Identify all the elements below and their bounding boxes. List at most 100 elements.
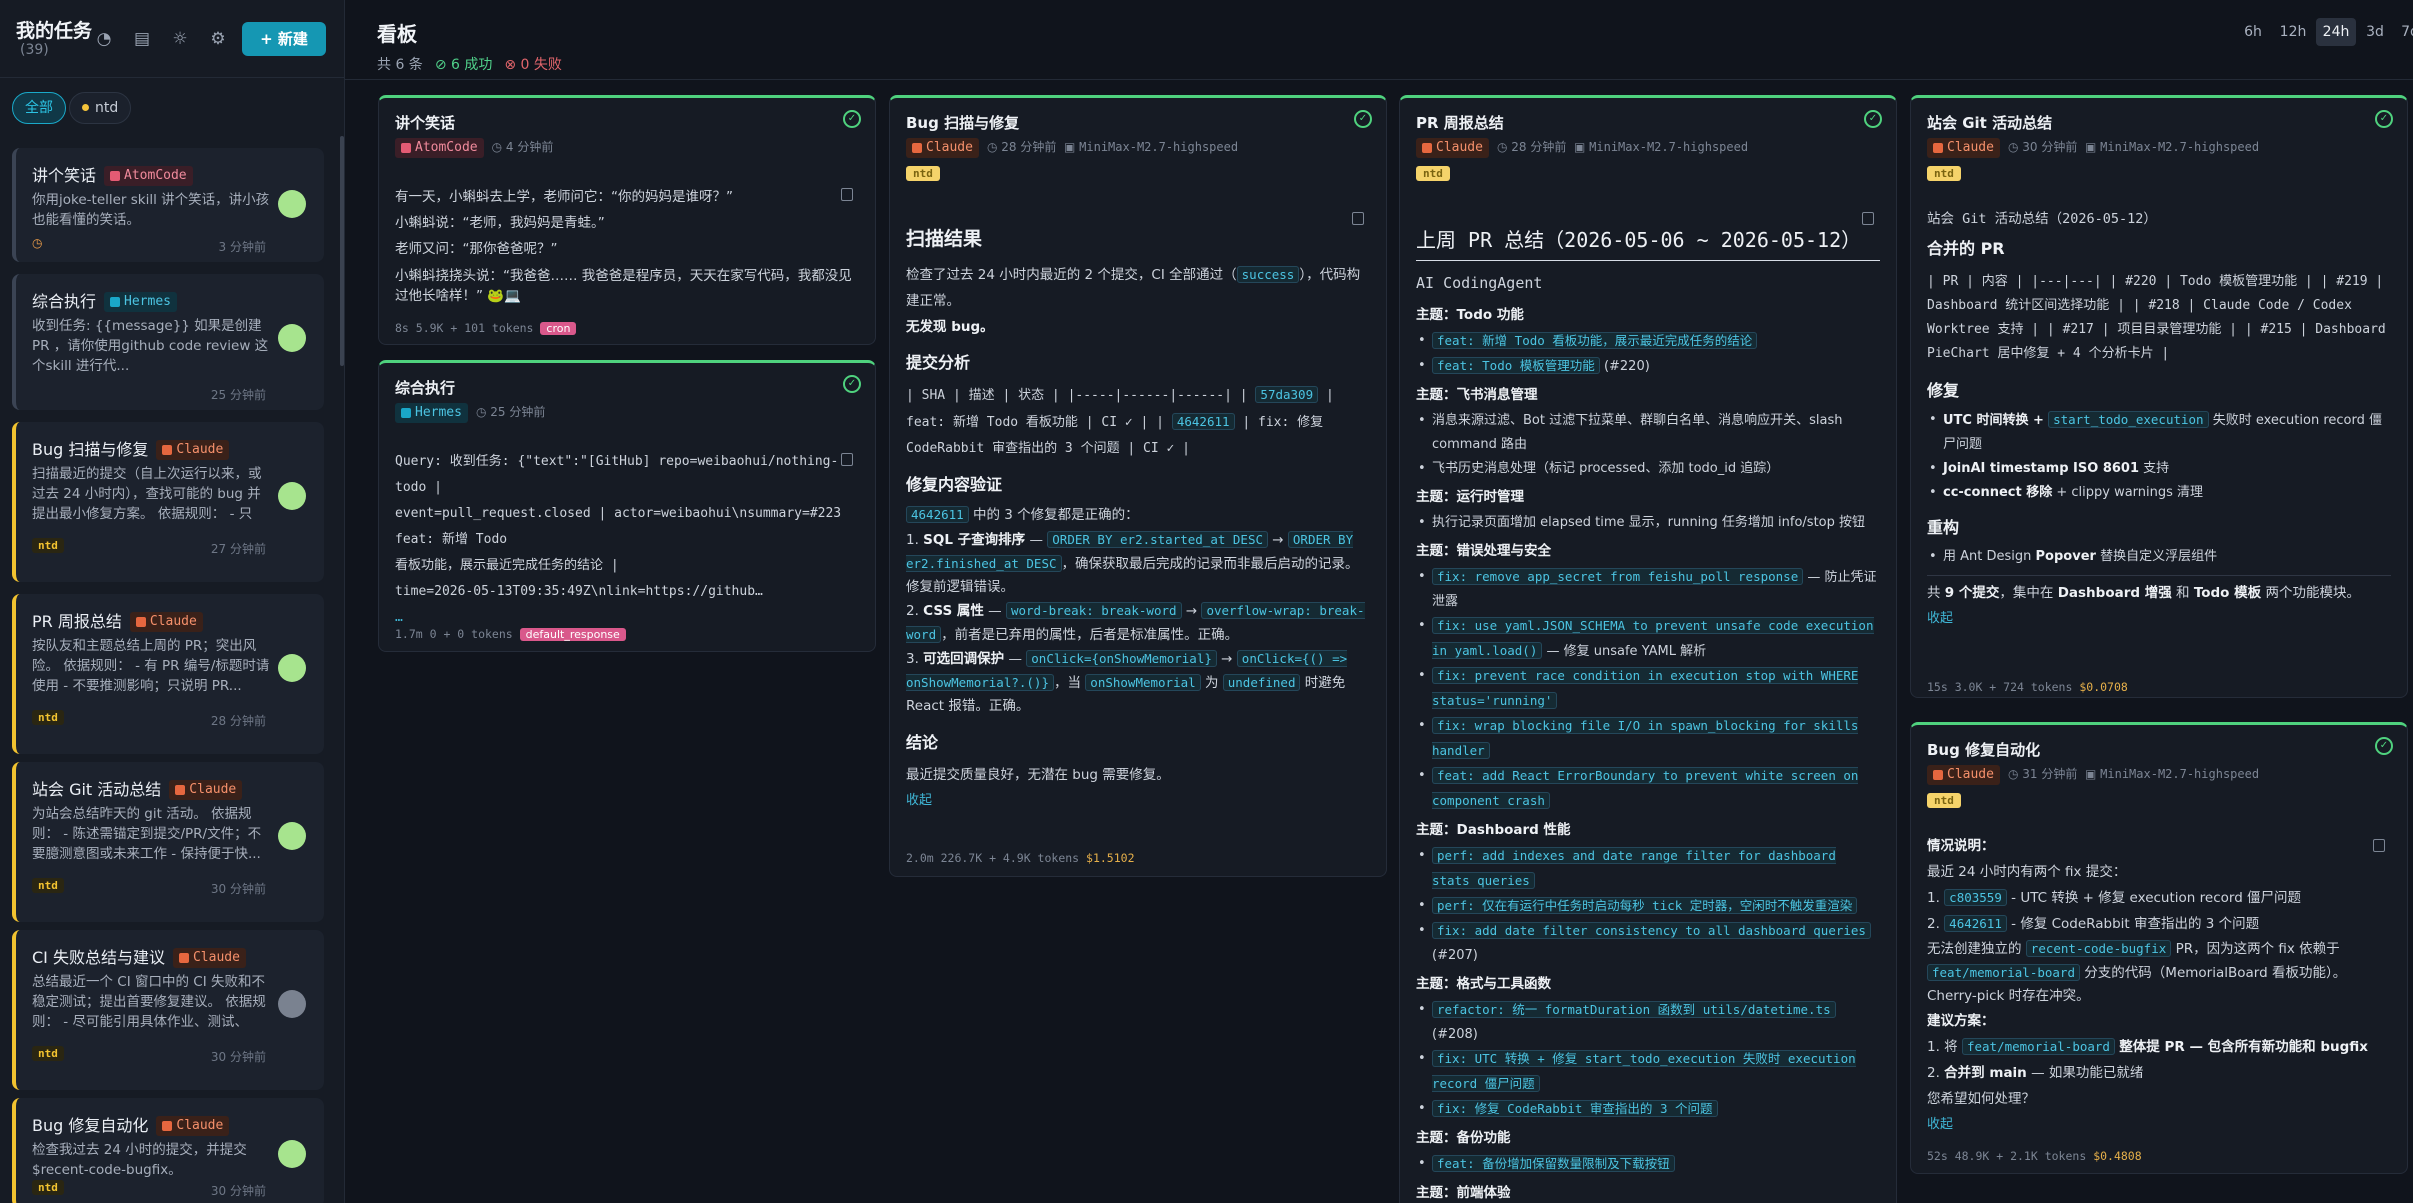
pr-section-heading: 主题：运行时管理 bbox=[1416, 489, 1524, 505]
task-time: 30 分钟前 bbox=[210, 1050, 266, 1064]
dashboard-icon[interactable]: ◔ bbox=[93, 28, 115, 50]
agent-tag: AtomCode bbox=[395, 138, 484, 158]
task-item[interactable]: 综合执行 Hermes 收到任务: {{message}} 如果是创建PR ，请你… bbox=[12, 274, 324, 410]
task-title: 站会 Git 活动总结 bbox=[32, 780, 162, 799]
pr-section-list: perf: add indexes and date range filter … bbox=[1416, 844, 1880, 968]
pr-section-list: refactor: 统一 formatDuration 函数到 utils/da… bbox=[1416, 998, 1880, 1122]
task-item[interactable]: Bug 扫描与修复 Claude 扫描最近的提交（自上次运行以来，或过去 24 小… bbox=[12, 422, 324, 582]
range-12h[interactable]: 12h bbox=[2273, 18, 2313, 46]
task-desc: 收到任务: {{message}} 如果是创建PR ，请你使用github co… bbox=[32, 318, 269, 374]
task-item[interactable]: PR 周报总结 Claude 按队友和主题总结上周的 PR；突出风险。 依据规则：… bbox=[12, 594, 324, 754]
copy-icon[interactable] bbox=[1352, 212, 1364, 225]
pr-item: feat: add React ErrorBoundary to prevent… bbox=[1416, 764, 1880, 814]
range-7d[interactable]: 7d bbox=[2394, 18, 2413, 46]
card-footer: 15s 3.0K + 724 tokens $0.0708 bbox=[1927, 680, 2128, 694]
card-exec[interactable]: 综合执行 ✓ Hermes ◷ 25 分钟前 Query: 收到任务: {"tex… bbox=[378, 360, 876, 652]
task-item[interactable]: 讲个笑话 AtomCode 你用joke-teller skill 讲个笑话，讲小… bbox=[12, 148, 324, 262]
collapse-link[interactable]: 收起 bbox=[1927, 606, 2391, 632]
agent-tag: Claude bbox=[156, 440, 230, 460]
agent-tag: Hermes bbox=[104, 292, 177, 312]
pr-section-list: 执行记录页面增加 elapsed time 显示，running 任务增加 in… bbox=[1416, 511, 1880, 535]
pr-section-list: fix: remove app_secret from feishu_poll … bbox=[1416, 565, 1880, 814]
ntd-dot-icon bbox=[82, 104, 89, 111]
card-body: 有一天，小蝌蚪去上学，老师问它：“你的妈妈是谁呀？” 小蝌蚪说：“老师，我妈妈是… bbox=[395, 189, 852, 304]
pr-item: fix: wrap blocking file I/O in spawn_blo… bbox=[1416, 714, 1880, 764]
success-count: ⊘ 6 成功 bbox=[434, 57, 493, 73]
filter-all[interactable]: 全部 bbox=[12, 92, 66, 124]
status-success-icon bbox=[278, 654, 306, 682]
collapse-link[interactable]: 收起 bbox=[906, 788, 1370, 814]
task-item[interactable]: Bug 修复自动化 Claude 检查我过去 24 小时的提交，并提交 $rece… bbox=[12, 1098, 324, 1203]
card-footer: 2.0m 226.7K + 4.9K tokens $1.5102 bbox=[906, 851, 1135, 865]
task-desc: 按队友和主题总结上周的 PR；突出风险。 依据规则： - 有 PR 编号/标题时… bbox=[32, 638, 270, 694]
ntd-badge: ntd bbox=[32, 710, 64, 725]
card-bug-scan[interactable]: Bug 扫描与修复 ✓ Claude ◷ 28 分钟前 ▣ MiniMax-M2.… bbox=[889, 95, 1387, 877]
success-check-icon: ✓ bbox=[1864, 110, 1882, 128]
pr-item-code: refactor: 统一 formatDuration 函数到 utils/da… bbox=[1432, 1001, 1836, 1018]
page-title: 看板 bbox=[377, 22, 417, 46]
card-footer: 1.7m 0 + 0 tokens default_response bbox=[395, 627, 626, 641]
ntd-badge: ntd bbox=[32, 878, 64, 893]
pr-item-code: fix: remove app_secret from feishu_poll … bbox=[1432, 568, 1804, 585]
pr-item-code: fix: 修复 CodeRabbit 审查指出的 3 个问题 bbox=[1432, 1100, 1718, 1117]
summary-bar: 共 6 条 ⊘ 6 成功 ⊗ 0 失败 bbox=[377, 54, 562, 74]
pr-item: perf: add indexes and date range filter … bbox=[1416, 844, 1880, 894]
pr-item: feat: Todo 模板管理功能 (#220) bbox=[1416, 354, 1880, 379]
card-meta: Hermes ◷ 25 分钟前 bbox=[395, 403, 545, 423]
theme-icon[interactable]: ☼ bbox=[169, 28, 191, 50]
card-standup[interactable]: 站会 Git 活动总结 ✓ Claude ◷ 30 分钟前 ▣ MiniMax-M… bbox=[1910, 95, 2408, 698]
task-title: Bug 扫描与修复 bbox=[32, 440, 149, 459]
task-title: PR 周报总结 bbox=[32, 612, 122, 631]
collapse-link[interactable]: 收起 bbox=[1927, 1112, 2391, 1138]
ntd-badge: ntd bbox=[32, 1180, 64, 1195]
task-time: 3 分钟前 bbox=[218, 240, 266, 254]
agent-tag: Claude bbox=[1927, 138, 2000, 158]
pr-item: perf: 仅在有运行中任务时启动每秒 tick 定时器，空闲时不触发重渲染 bbox=[1416, 894, 1880, 919]
task-item[interactable]: CI 失败总结与建议 Claude 总结最近一个 CI 窗口中的 CI 失败和不稳… bbox=[12, 930, 324, 1090]
task-desc: 检查我过去 24 小时的提交，并提交 $recent-code-bugfix。 bbox=[32, 1142, 252, 1178]
pr-section-list: 消息来源过滤、Bot 过滤下拉菜单、群聊白名单、消息响应开关、slash com… bbox=[1416, 409, 1880, 481]
new-task-button[interactable]: + 新建 bbox=[242, 22, 326, 56]
pr-item: refactor: 统一 formatDuration 函数到 utils/da… bbox=[1416, 998, 1880, 1047]
gear-icon[interactable]: ⚙ bbox=[207, 28, 229, 50]
card-meta: AtomCode ◷ 4 分钟前 bbox=[395, 138, 553, 158]
list-icon[interactable]: ▤ bbox=[131, 28, 153, 50]
status-success-icon bbox=[278, 1140, 306, 1168]
agent-tag: Claude bbox=[906, 138, 979, 158]
status-success-icon bbox=[278, 482, 306, 510]
card-body: Query: 收到任务: {"text":"[GitHub] repo=weib… bbox=[395, 449, 859, 631]
task-desc: 为站会总结昨天的 git 活动。 依据规则： - 陈述需锚定到提交/PR/文件；… bbox=[32, 806, 262, 862]
pr-item-code: feat: add React ErrorBoundary to prevent… bbox=[1432, 767, 1859, 809]
pr-item-code: perf: add indexes and date range filter … bbox=[1432, 847, 1836, 889]
success-check-icon: ✓ bbox=[843, 375, 861, 393]
task-time: 25 分钟前 bbox=[210, 388, 266, 402]
card-pr-weekly[interactable]: PR 周报总结 ✓ Claude ◷ 28 分钟前 ▣ MiniMax-M2.7-… bbox=[1399, 95, 1897, 1203]
range-24h[interactable]: 24h bbox=[2316, 18, 2356, 46]
card-joke[interactable]: 讲个笑话 ✓ AtomCode ◷ 4 分钟前 有一天，小蝌蚪去上学，老师问它：“… bbox=[378, 95, 876, 345]
pr-item-text: 消息来源过滤、Bot 过滤下拉菜单、群聊白名单、消息响应开关、slash com… bbox=[1432, 413, 1843, 452]
card-meta: Claude ◷ 30 分钟前 ▣ MiniMax-M2.7-highspeed bbox=[1927, 138, 2259, 158]
pr-item: fix: use yaml.JSON_SCHEMA to prevent uns… bbox=[1416, 614, 1880, 664]
sidebar-scrollbar[interactable] bbox=[340, 136, 344, 366]
ntd-badge: ntd bbox=[32, 1046, 64, 1061]
copy-icon[interactable] bbox=[1862, 212, 1874, 225]
range-3d[interactable]: 3d bbox=[2359, 18, 2391, 46]
task-item[interactable]: 站会 Git 活动总结 Claude 为站会总结昨天的 git 活动。 依据规则：… bbox=[12, 762, 324, 922]
card-bugfix[interactable]: Bug 修复自动化 ✓ Claude ◷ 31 分钟前 ▣ MiniMax-M2.… bbox=[1910, 722, 2408, 1174]
sidebar-header: 我的任务 (39) ◔ ▤ ☼ ⚙ + 新建 bbox=[0, 0, 345, 78]
card-footer: 52s 48.9K + 2.1K tokens $0.4808 bbox=[1927, 1149, 2142, 1163]
card-body: 上周 PR 总结（2026-05-06 ~ 2026-05-12） AI Cod… bbox=[1416, 228, 1880, 1203]
clock-icon: ◷ bbox=[32, 236, 43, 250]
agent-tag: Hermes bbox=[395, 403, 468, 423]
success-check-icon: ✓ bbox=[2375, 737, 2393, 755]
task-title: 综合执行 bbox=[32, 292, 97, 311]
trigger-badge: cron bbox=[540, 322, 577, 335]
filter-ntd[interactable]: ntd bbox=[69, 92, 132, 124]
pr-item-code: fix: UTC 转换 + 修复 start_todo_execution 失败… bbox=[1432, 1050, 1856, 1092]
range-6h[interactable]: 6h bbox=[2236, 18, 2270, 46]
task-title: CI 失败总结与建议 bbox=[32, 948, 165, 967]
pr-item-code: feat: 新增 Todo 看板功能，展示最近完成任务的结论 bbox=[1432, 332, 1758, 349]
card-title: Bug 修复自动化 bbox=[1927, 741, 2041, 759]
pr-item: fix: remove app_secret from feishu_poll … bbox=[1416, 565, 1880, 614]
status-success-icon bbox=[278, 822, 306, 850]
